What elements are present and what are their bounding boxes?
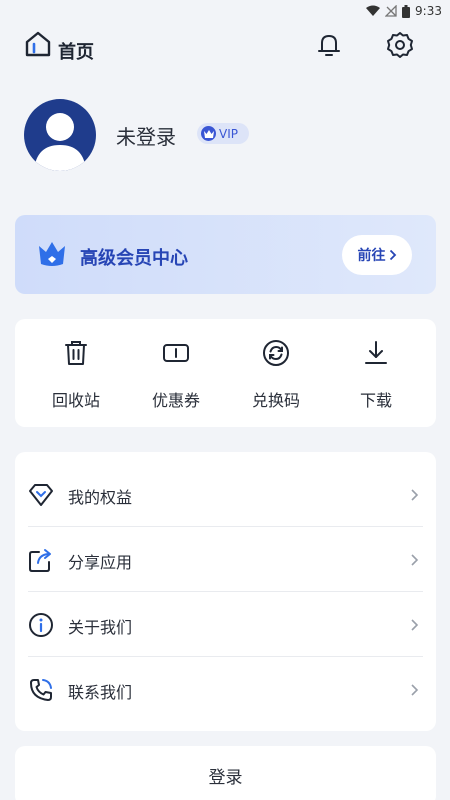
download-icon xyxy=(365,341,387,364)
vip-center-card[interactable]: 高级会员中心 前往 xyxy=(15,215,436,294)
action-label: 兑换码 xyxy=(251,391,300,410)
wifi-icon xyxy=(366,5,381,16)
gear-icon[interactable] xyxy=(385,30,415,60)
crown-icon xyxy=(39,242,65,266)
vip-badge: VIP xyxy=(197,123,249,144)
menu-list-card: 我的权益 分享应用 关于我们 联系我们 xyxy=(15,452,436,731)
home-icon xyxy=(25,31,51,57)
avatar[interactable] xyxy=(24,99,96,171)
vip-go-button[interactable]: 前往 xyxy=(342,235,412,275)
coupon-button[interactable]: 优惠券 xyxy=(126,319,226,427)
chevron-right-icon xyxy=(411,684,419,696)
menu-item-label: 分享应用 xyxy=(68,553,133,572)
action-label: 优惠券 xyxy=(151,391,200,410)
menu-item-label: 关于我们 xyxy=(68,618,133,637)
menu-item-label: 我的权益 xyxy=(68,488,133,507)
action-label: 回收站 xyxy=(51,391,100,410)
menu-item-about[interactable]: 关于我们 xyxy=(15,592,436,657)
phone-icon xyxy=(30,679,52,701)
login-button[interactable]: 登录 xyxy=(15,746,436,800)
status-bar: 9:33 xyxy=(0,0,450,22)
battery-icon xyxy=(402,4,411,18)
share-icon xyxy=(29,549,51,572)
menu-item-benefits[interactable]: 我的权益 xyxy=(15,462,436,527)
chevron-right-icon xyxy=(411,489,419,501)
menu-item-label: 联系我们 xyxy=(68,683,133,702)
username[interactable]: 未登录 xyxy=(116,121,176,150)
coupon-icon xyxy=(163,344,189,362)
status-time: 9:33 xyxy=(415,4,442,18)
no-signal-icon xyxy=(385,5,397,17)
trash-icon xyxy=(65,341,87,365)
header: 首页 xyxy=(0,22,450,74)
chevron-right-icon xyxy=(389,249,396,261)
vip-center-title: 高级会员中心 xyxy=(80,248,188,269)
vip-go-label: 前往 xyxy=(357,248,386,264)
diamond-icon xyxy=(29,484,53,506)
chevron-right-icon xyxy=(411,554,419,566)
recycle-bin-button[interactable]: 回收站 xyxy=(26,319,126,427)
refresh-icon xyxy=(263,340,289,366)
redeem-code-button[interactable]: 兑换码 xyxy=(226,319,326,427)
vip-label: VIP xyxy=(219,126,238,141)
menu-item-share[interactable]: 分享应用 xyxy=(15,527,436,592)
page-title: 首页 xyxy=(58,42,94,63)
user-silhouette-icon xyxy=(34,113,86,171)
action-label: 下载 xyxy=(359,391,392,410)
quick-actions-card: 回收站 优惠券 兑换码 下载 xyxy=(15,319,436,427)
bell-icon[interactable] xyxy=(314,30,344,60)
info-icon xyxy=(29,613,53,637)
menu-item-contact[interactable]: 联系我们 xyxy=(15,657,436,722)
crown-icon xyxy=(201,126,216,141)
download-button[interactable]: 下载 xyxy=(326,319,426,427)
chevron-right-icon xyxy=(411,619,419,631)
